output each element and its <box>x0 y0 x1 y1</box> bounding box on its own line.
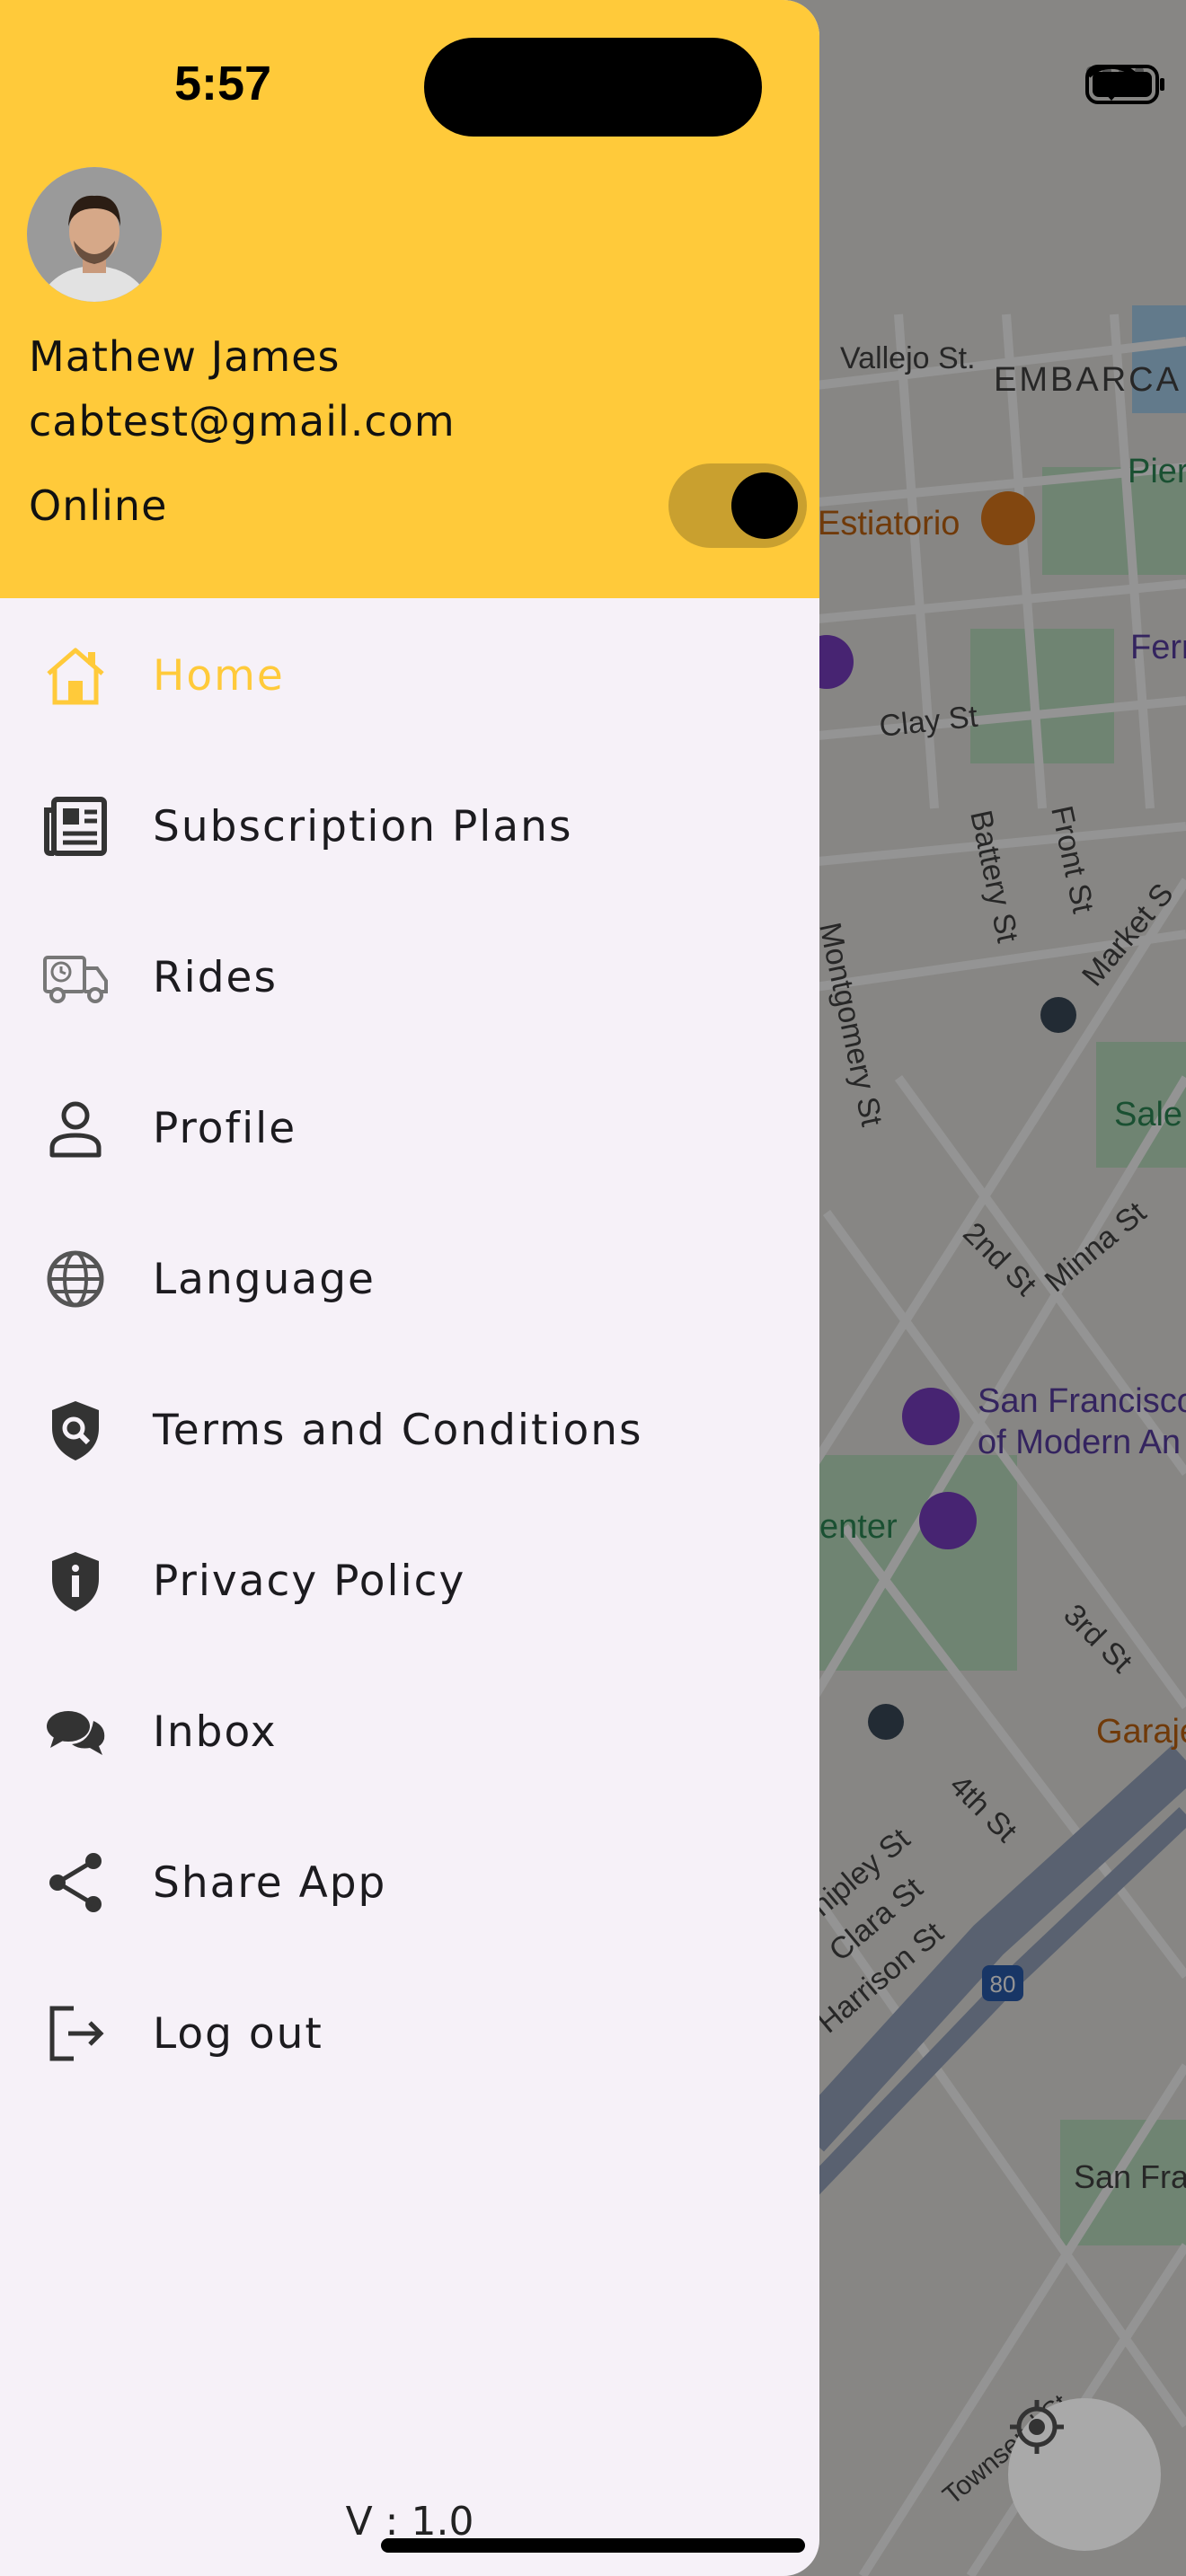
logout-icon <box>40 1998 111 2069</box>
menu-label-profile: Profile <box>153 1103 297 1153</box>
menu-label-inbox: Inbox <box>153 1707 278 1757</box>
person-icon <box>40 1092 111 1164</box>
menu-label-language: Language <box>153 1254 376 1304</box>
menu-label-share-app: Share App <box>153 1857 387 1908</box>
menu-item-inbox[interactable]: Inbox <box>0 1656 819 1807</box>
home-indicator[interactable] <box>381 2538 805 2553</box>
menu-label-home: Home <box>153 650 285 701</box>
crosshair-icon <box>1010 2400 1064 2454</box>
user-name: Mathew James <box>29 332 341 381</box>
user-photo <box>27 167 162 302</box>
menu-label-rides: Rides <box>153 952 278 1002</box>
chat-bubbles-icon <box>40 1696 111 1768</box>
menu-item-rides[interactable]: Rides <box>0 902 819 1053</box>
menu-item-privacy-policy[interactable]: Privacy Policy <box>0 1505 819 1656</box>
my-location-button[interactable] <box>1008 2398 1161 2551</box>
menu-label-privacy-policy: Privacy Policy <box>153 1556 466 1606</box>
menu-item-profile[interactable]: Profile <box>0 1053 819 1204</box>
navigation-drawer: 5:57 Mathew James cabtest@gmail.com Onli… <box>0 0 819 2576</box>
globe-icon <box>40 1243 111 1315</box>
home-icon <box>40 640 111 711</box>
online-label: Online <box>29 481 168 530</box>
drawer-menu: Home Subscription Plans Rides Profile La <box>0 600 819 2109</box>
battery-icon <box>1085 65 1164 104</box>
user-email: cabtest@gmail.com <box>29 397 456 446</box>
avatar[interactable] <box>27 167 162 302</box>
online-toggle[interactable] <box>668 463 807 548</box>
dynamic-island <box>424 38 762 137</box>
menu-item-log-out[interactable]: Log out <box>0 1958 819 2109</box>
toggle-knob <box>731 472 798 539</box>
drawer-header: 5:57 Mathew James cabtest@gmail.com Onli… <box>0 0 819 598</box>
menu-label-subscription-plans: Subscription Plans <box>153 801 573 851</box>
menu-label-log-out: Log out <box>153 2008 323 2059</box>
status-time: 5:57 <box>174 57 272 110</box>
newspaper-icon <box>40 790 111 862</box>
shield-info-icon <box>40 1545 111 1617</box>
menu-item-terms[interactable]: Terms and Conditions <box>0 1354 819 1505</box>
menu-item-language[interactable]: Language <box>0 1204 819 1354</box>
menu-item-home[interactable]: Home <box>0 600 819 751</box>
menu-item-subscription-plans[interactable]: Subscription Plans <box>0 751 819 902</box>
shield-search-icon <box>40 1394 111 1466</box>
menu-label-terms: Terms and Conditions <box>153 1405 643 1455</box>
share-icon <box>40 1847 111 1919</box>
delivery-truck-icon <box>40 941 111 1013</box>
menu-item-share-app[interactable]: Share App <box>0 1807 819 1958</box>
